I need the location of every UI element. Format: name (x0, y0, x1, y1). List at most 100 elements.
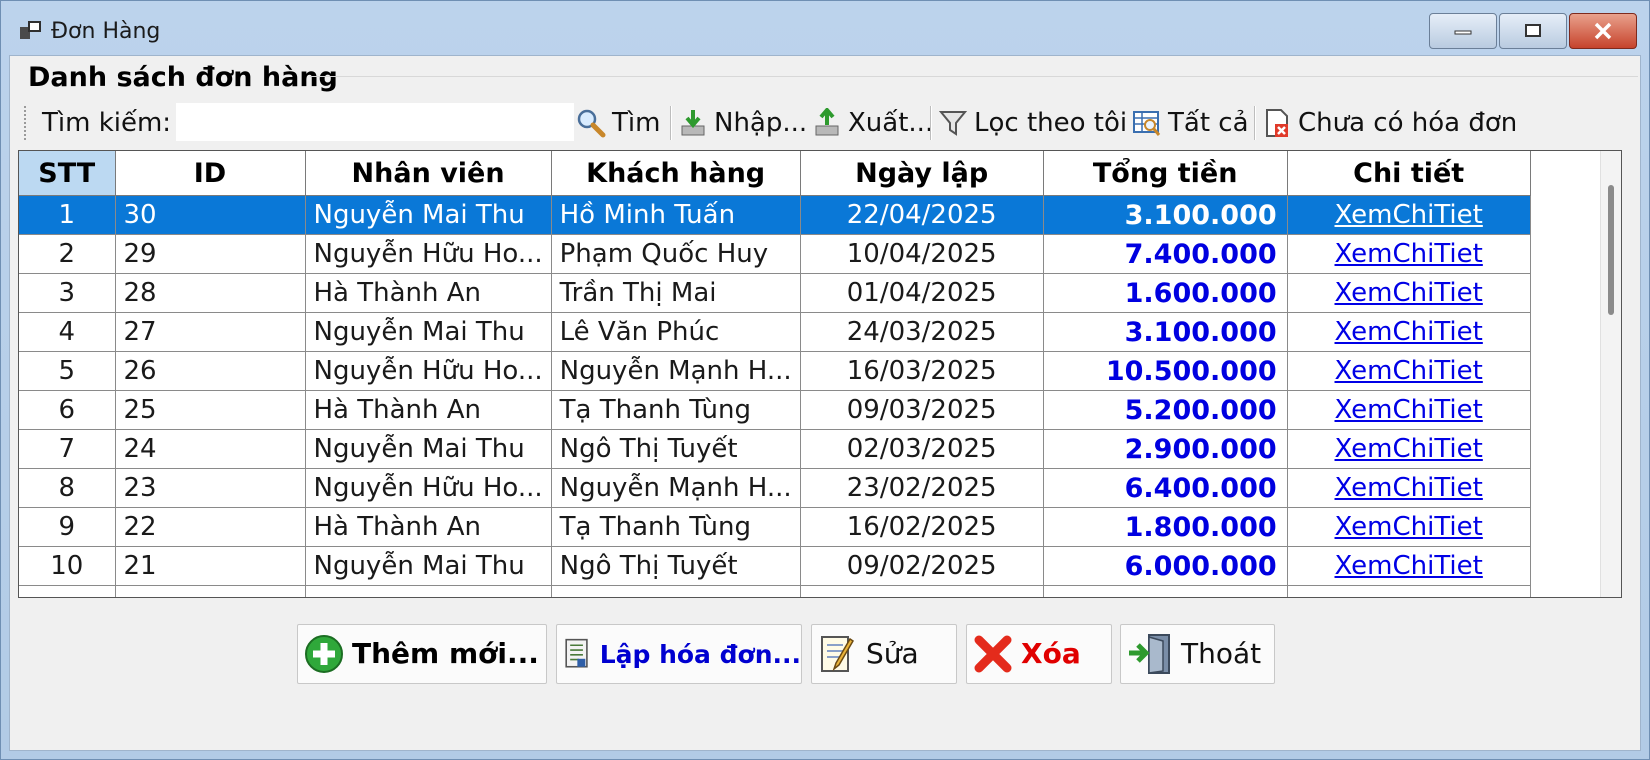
create-invoice-button[interactable]: Lập hóa đơn... (556, 624, 802, 684)
table-row[interactable]: 8 23 Nguyễn Hữu Ho... Nguyễn Mạnh H... 23/02… (19, 468, 1531, 508)
column-header-date[interactable]: Ngày lập (800, 151, 1044, 196)
cell-total[interactable]: 6.400.000 (1043, 468, 1288, 508)
cell-staff[interactable]: Hà Thành An (305, 273, 552, 313)
cell-customer[interactable]: Ngô Thị Tuyết (551, 546, 801, 586)
cell-date[interactable]: 16/03/2025 (800, 351, 1044, 391)
delete-button[interactable]: Xóa (966, 624, 1112, 684)
close-button[interactable] (1569, 13, 1637, 49)
detail-link[interactable]: XemChiTiet (1335, 551, 1483, 581)
cell-date[interactable]: 09/03/2025 (800, 390, 1044, 430)
cell-stt[interactable]: 7 (19, 429, 116, 469)
cell-total[interactable]: 2.900.000 (1043, 429, 1288, 469)
detail-link[interactable]: XemChiTiet (1335, 317, 1483, 347)
cell-id[interactable]: 28 (115, 273, 306, 313)
cell-id[interactable]: 25 (115, 390, 306, 430)
cell-customer[interactable]: Phạm Quốc Huy (551, 234, 801, 274)
cell-staff[interactable]: Nguyễn Mai Thu (305, 429, 552, 469)
cell-id[interactable]: 24 (115, 429, 306, 469)
column-header-customer[interactable]: Khách hàng (551, 151, 801, 196)
cell-date[interactable]: 02/03/2025 (800, 429, 1044, 469)
cell-staff[interactable]: Nguyễn Mai Thu (305, 312, 552, 352)
cell-staff[interactable]: Nguyễn Mai Thu (305, 195, 552, 235)
orders-grid[interactable]: STT ID Nhân viên Khách hàng Ngày lập Tổn… (18, 150, 1622, 598)
cell-stt[interactable]: 1 (19, 195, 116, 235)
cell-total[interactable]: 10.500.000 (1043, 351, 1288, 391)
cell-stt[interactable]: 8 (19, 468, 116, 508)
vertical-scrollbar[interactable] (1600, 151, 1621, 597)
cell-id[interactable]: 27 (115, 312, 306, 352)
add-new-button[interactable]: Thêm mới... (297, 624, 547, 684)
cell-id[interactable]: 21 (115, 546, 306, 586)
cell-staff[interactable]: Nguyễn Mai Thu (305, 546, 552, 586)
cell-total[interactable]: 3.100.000 (1043, 195, 1288, 235)
table-row[interactable]: 5 26 Nguyễn Hữu Ho... Nguyễn Mạnh H... 16/03… (19, 351, 1531, 391)
cell-id[interactable]: 22 (115, 507, 306, 547)
detail-link[interactable]: XemChiTiet (1335, 434, 1483, 464)
cell-customer[interactable]: Nguyễn Mạnh H... (551, 468, 801, 508)
cell-date[interactable]: 09/02/2025 (800, 546, 1044, 586)
cell-staff[interactable]: Hà Thành An (305, 390, 552, 430)
detail-link[interactable]: XemChiTiet (1335, 356, 1483, 386)
detail-link[interactable]: XemChiTiet (1335, 278, 1483, 308)
column-header-id[interactable]: ID (115, 151, 306, 196)
toolbar-grip[interactable] (24, 106, 26, 140)
export-button[interactable]: Xuất... (812, 104, 933, 142)
detail-link[interactable]: XemChiTiet (1335, 473, 1483, 503)
cell-customer[interactable]: Hồ Minh Tuấn (551, 195, 801, 235)
detail-link[interactable]: XemChiTiet (1335, 512, 1483, 542)
column-header-staff[interactable]: Nhân viên (305, 151, 552, 196)
cell-id[interactable]: 26 (115, 351, 306, 391)
cell-id[interactable]: 30 (115, 195, 306, 235)
cell-stt[interactable]: 6 (19, 390, 116, 430)
maximize-button[interactable] (1499, 13, 1567, 49)
cell-stt[interactable]: 9 (19, 507, 116, 547)
cell-staff[interactable]: Nguyễn Hữu Ho... (305, 468, 552, 508)
column-header-stt[interactable]: STT (19, 151, 116, 196)
no-invoice-button[interactable]: Chưa có hóa đơn (1262, 104, 1517, 142)
minimize-button[interactable] (1429, 13, 1497, 49)
import-button[interactable]: Nhập... (678, 104, 807, 142)
table-row[interactable]: 2 29 Nguyễn Hữu Ho... Phạm Quốc Huy 10/04/20… (19, 234, 1531, 274)
cell-total[interactable]: 1.600.000 (1043, 273, 1288, 313)
cell-customer[interactable]: Tạ Thanh Tùng (551, 390, 801, 430)
cell-date[interactable]: 01/04/2025 (800, 273, 1044, 313)
table-row[interactable]: 3 28 Hà Thành An Trần Thị Mai 01/04/2025 1.60… (19, 273, 1531, 313)
cell-stt[interactable]: 10 (19, 546, 116, 586)
table-row[interactable]: 7 24 Nguyễn Mai Thu Ngô Thị Tuyết 02/03/2025… (19, 429, 1531, 469)
cell-date[interactable]: 16/02/2025 (800, 507, 1044, 547)
scrollbar-thumb[interactable] (1608, 185, 1614, 315)
cell-customer[interactable]: Nguyễn Mạnh H... (551, 351, 801, 391)
cell-stt[interactable]: 4 (19, 312, 116, 352)
cell-id[interactable]: 29 (115, 234, 306, 274)
search-input[interactable] (176, 103, 574, 141)
cell-id[interactable]: 23 (115, 468, 306, 508)
table-row[interactable]: 10 21 Nguyễn Mai Thu Ngô Thị Tuyết 09/02/202… (19, 546, 1531, 586)
table-row[interactable]: 6 25 Hà Thành An Tạ Thanh Tùng 09/03/2025 5.2… (19, 390, 1531, 430)
cell-stt[interactable]: 3 (19, 273, 116, 313)
find-button[interactable]: Tìm (576, 104, 660, 142)
cell-customer[interactable]: Lê Văn Phúc (551, 312, 801, 352)
cell-date[interactable]: 10/04/2025 (800, 234, 1044, 274)
cell-date[interactable]: 23/02/2025 (800, 468, 1044, 508)
cell-total[interactable]: 6.000.000 (1043, 546, 1288, 586)
cell-total[interactable]: 1.800.000 (1043, 507, 1288, 547)
cell-customer[interactable]: Tạ Thanh Tùng (551, 507, 801, 547)
cell-staff[interactable]: Nguyễn Hữu Ho... (305, 234, 552, 274)
filter-mine-button[interactable]: Lọc theo tôi (938, 104, 1127, 142)
cell-date[interactable]: 22/04/2025 (800, 195, 1044, 235)
cell-date[interactable]: 24/03/2025 (800, 312, 1044, 352)
title-bar[interactable]: Đơn Hàng (1, 1, 1649, 55)
detail-link[interactable]: XemChiTiet (1335, 200, 1483, 230)
table-row[interactable]: 9 22 Hà Thành An Tạ Thanh Tùng 16/02/2025 1.8… (19, 507, 1531, 547)
cell-stt[interactable]: 5 (19, 351, 116, 391)
cell-total[interactable]: 5.200.000 (1043, 390, 1288, 430)
cell-staff[interactable]: Nguyễn Hữu Ho... (305, 351, 552, 391)
cell-total[interactable]: 7.400.000 (1043, 234, 1288, 274)
cell-customer[interactable]: Trần Thị Mai (551, 273, 801, 313)
cell-customer[interactable]: Ngô Thị Tuyết (551, 429, 801, 469)
column-header-detail[interactable]: Chi tiết (1287, 151, 1531, 196)
table-row[interactable]: 4 27 Nguyễn Mai Thu Lê Văn Phúc 24/03/2025 3.… (19, 312, 1531, 352)
detail-link[interactable]: XemChiTiet (1335, 395, 1483, 425)
cell-total[interactable]: 3.100.000 (1043, 312, 1288, 352)
exit-button[interactable]: Thoát (1120, 624, 1275, 684)
